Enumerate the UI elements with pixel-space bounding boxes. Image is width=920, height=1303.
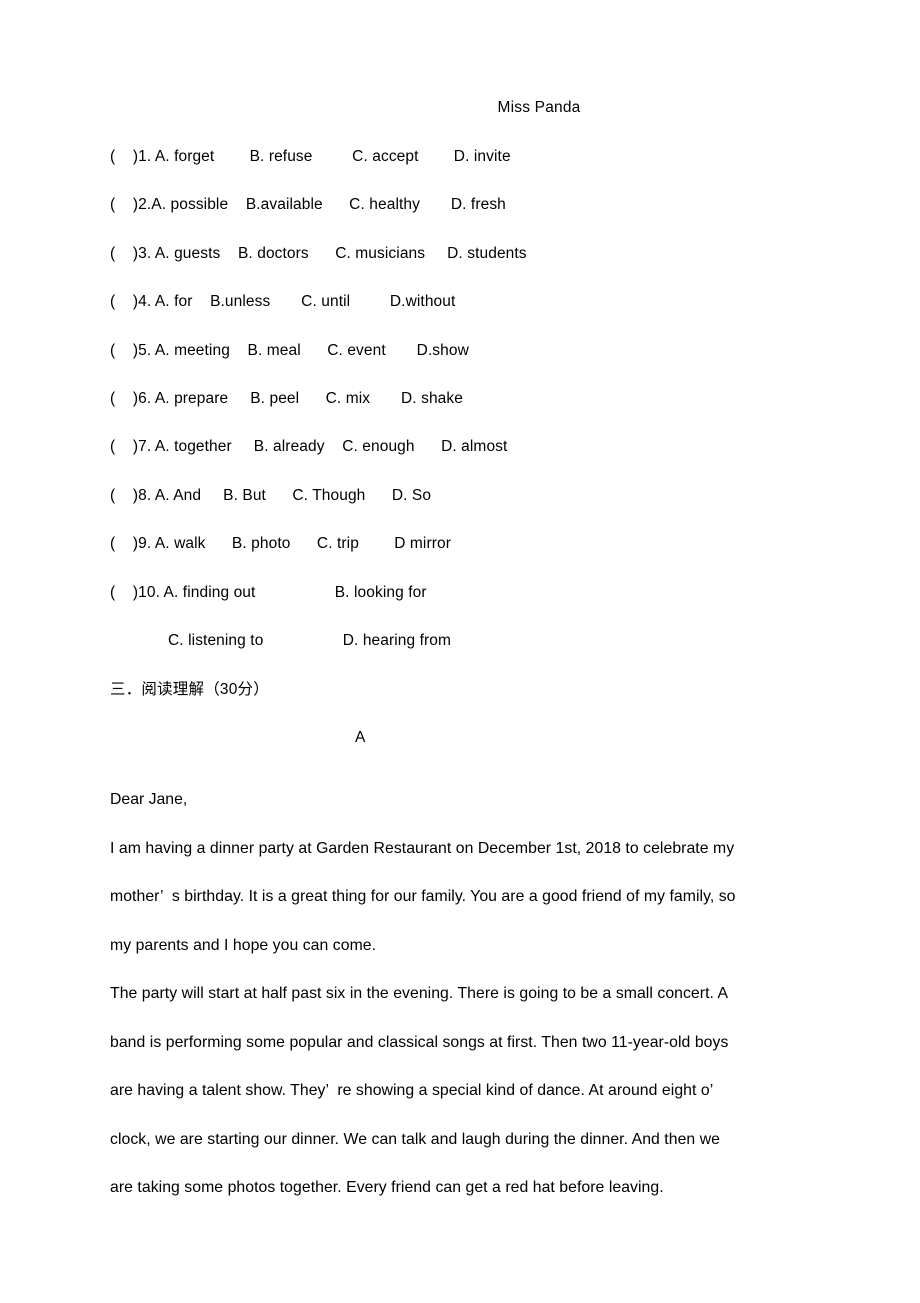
cloze-question-row: ( )1. A. forget B. refuse C. accept D. i… [110,148,511,165]
section-heading-reading-comprehension: 三．阅读理解（30分） [110,681,269,698]
letter-body-line: are having a talent show. They’ re showi… [110,1082,714,1099]
cloze-question-row: ( )7. A. together B. already C. enough D… [110,438,508,456]
letter-body-line: I am having a dinner party at Garden Res… [110,839,735,857]
cloze-question-row: C. listening to D. hearing from [168,631,452,649]
letter-body-line: mother’ s birthday. It is a great thing … [110,888,736,905]
letter-body-line: The party will start at half past six in… [110,985,729,1002]
cloze-question-list: ( )1. A. forget B. refuse C. accept D. i… [110,144,870,676]
document-page: Miss Panda ( )1. A. forget B. refuse C. … [0,0,920,1303]
cloze-question-row: ( )2.A. possible B.available C. healthy … [110,196,506,214]
cloze-question-row: ( )10. A. finding out B. looking for [110,583,427,601]
cloze-question-row: ( )4. A. for B.unless C. until D.without [110,293,456,311]
signature-line: Miss Panda [497,99,581,116]
cloze-question-row: ( )6. A. prepare B. peel C. mix D. shake [110,389,463,407]
letter-body-line: band is performing some popular and clas… [110,1033,729,1051]
cloze-question-row: ( )8. A. And B. But C. Though D. So [110,486,432,504]
cloze-question-row: ( )9. A. walk B. photo C. trip D mirror [110,535,451,553]
letter-body-line: are taking some photos together. Every f… [110,1179,664,1196]
letter-body-line: my parents and I hope you can come. [110,936,377,954]
cloze-question-row: ( )3. A. guests B. doctors C. musicians … [110,244,527,262]
letter-salutation: Dear Jane, [110,791,188,808]
cloze-question-row: ( )5. A. meeting B. meal C. event D.show [110,341,469,359]
passage-label-a: A [355,729,366,746]
passage-letter-body: Dear Jane, I am having a dinner party at… [110,776,816,1213]
letter-body-line: clock, we are starting our dinner. We ca… [110,1130,720,1148]
